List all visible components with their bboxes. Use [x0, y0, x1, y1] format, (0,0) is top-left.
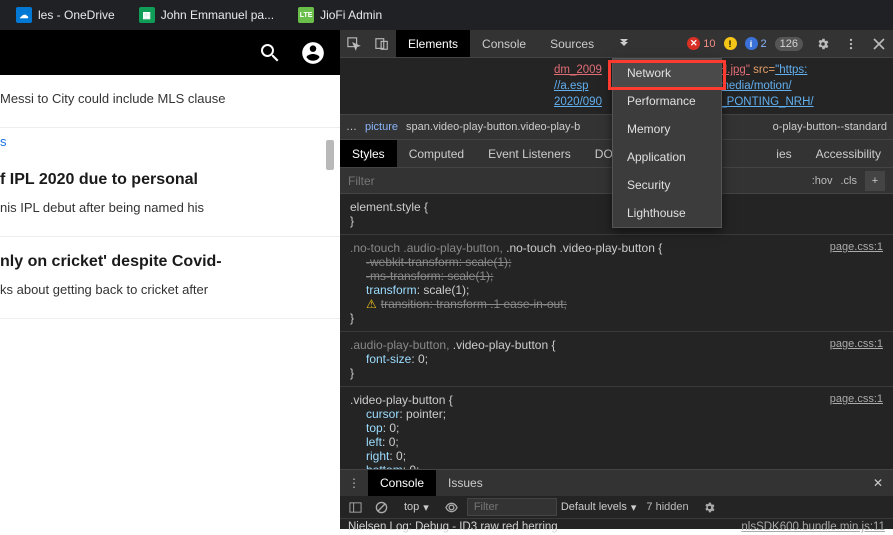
clear-console-icon[interactable] — [370, 496, 392, 518]
browser-tab-sheets[interactable]: ▦ John Emmanuel pa... — [131, 3, 282, 27]
devtools-status-badges: ✕10 ! i2 126 — [681, 37, 809, 51]
article-summary: ks about getting back to cricket after — [0, 280, 330, 300]
hidden-messages-label[interactable]: 7 hidden — [640, 501, 694, 513]
article-summary: Messi to City could include MLS clause — [0, 89, 330, 109]
page-content: Messi to City could include MLS clause s… — [0, 30, 340, 529]
tab-sources[interactable]: Sources — [538, 30, 606, 57]
styles-filter-input[interactable] — [340, 174, 804, 188]
tab-overflow-button[interactable] — [606, 30, 642, 57]
log-message: Nielsen Log: Debug - ID3 raw red herring — [348, 521, 558, 533]
menu-item-performance[interactable]: Performance — [613, 87, 721, 115]
scrollbar-thumb[interactable] — [326, 140, 334, 170]
tab-label: John Emmanuel pa... — [161, 8, 274, 22]
search-icon[interactable] — [258, 41, 282, 65]
browser-tab-strip: ☁ les - OneDrive ▦ John Emmanuel pa... L… — [0, 0, 893, 30]
subtab-accessibility[interactable]: Accessibility — [804, 140, 893, 167]
tab-label: les - OneDrive — [38, 8, 115, 22]
styles-rules-pane[interactable]: element.style { } page.css:1 .no-touch .… — [340, 194, 893, 469]
drawer-tab-issues[interactable]: Issues — [436, 470, 495, 496]
kebab-icon[interactable] — [837, 30, 865, 58]
source-link[interactable]: page.css:1 — [830, 241, 883, 253]
console-settings-icon[interactable] — [699, 496, 721, 518]
settings-icon[interactable] — [809, 30, 837, 58]
article-card[interactable]: Messi to City could include MLS clause — [0, 75, 340, 128]
article-title: f IPL 2020 due to personal — [0, 169, 330, 191]
article-summary: nis IPL debut after being named his — [0, 198, 330, 218]
jiofi-icon: LTE — [298, 7, 314, 23]
drawer-kebab-icon[interactable]: ⋮ — [340, 469, 368, 497]
devtools-overflow-menu: Network Performance Memory Application S… — [612, 58, 722, 228]
style-rule[interactable]: page.css:1 .audio-play-button, .video-pl… — [340, 332, 893, 387]
devtools-main-tabs: Elements Console Sources — [396, 30, 642, 57]
link-fragment[interactable]: s — [0, 128, 340, 155]
subtab-event-listeners[interactable]: Event Listeners — [476, 140, 583, 167]
drawer-close-icon[interactable]: ✕ — [863, 476, 893, 490]
console-sidebar-toggle-icon[interactable] — [344, 496, 366, 518]
source-link[interactable]: page.css:1 — [830, 393, 883, 405]
subtab-computed[interactable]: Computed — [397, 140, 476, 167]
devtools-toolbar: Elements Console Sources ✕10 ! i2 126 — [340, 30, 893, 58]
menu-item-application[interactable]: Application — [613, 143, 721, 171]
article-card[interactable]: nly on cricket' despite Covid- ks about … — [0, 237, 340, 319]
tab-elements[interactable]: Elements — [396, 30, 470, 57]
subtab-properties[interactable]: ies — [764, 140, 803, 167]
crumb-span[interactable]: span.video-play-button.video-play-b — [406, 121, 580, 133]
browser-tab-onedrive[interactable]: ☁ les - OneDrive — [8, 3, 123, 27]
close-icon[interactable] — [865, 30, 893, 58]
console-drawer: ⋮ Console Issues ✕ top ▾ Default levels … — [340, 469, 893, 529]
source-link[interactable]: page.css:1 — [830, 338, 883, 350]
log-source-link[interactable]: nlsSDK600.bundle.min.js:11 — [741, 521, 885, 533]
cls-toggle[interactable]: .cls — [841, 175, 858, 187]
live-expression-icon[interactable] — [441, 496, 463, 518]
menu-item-memory[interactable]: Memory — [613, 115, 721, 143]
style-rule[interactable]: page.css:1 .no-touch .audio-play-button,… — [340, 235, 893, 332]
menu-item-lighthouse[interactable]: Lighthouse — [613, 199, 721, 227]
devtools-panel: Elements Console Sources ✕10 ! i2 126 dm… — [340, 30, 893, 529]
crumb-overflow[interactable]: … — [346, 121, 357, 133]
crumb-picture[interactable]: picture — [365, 121, 398, 133]
profile-icon[interactable] — [300, 40, 326, 66]
console-toolbar: top ▾ Default levels ▾ 7 hidden — [340, 496, 893, 519]
warning-badge[interactable]: ! — [724, 37, 737, 50]
messages-badge[interactable]: 126 — [775, 37, 803, 51]
article-title: nly on cricket' despite Covid- — [0, 251, 330, 273]
error-badge[interactable]: ✕10 — [687, 37, 715, 50]
context-selector[interactable]: top ▾ — [396, 501, 437, 514]
device-toggle-icon[interactable] — [368, 30, 396, 58]
browser-tab-jiofi[interactable]: LTE JioFi Admin — [290, 3, 390, 27]
hov-toggle[interactable]: :hov — [812, 175, 833, 187]
console-log-row[interactable]: Nielsen Log: Debug - ID3 raw red herring… — [340, 519, 893, 535]
site-header — [0, 30, 340, 75]
menu-item-security[interactable]: Security — [613, 171, 721, 199]
subtab-styles[interactable]: Styles — [340, 140, 397, 167]
article-card[interactable]: f IPL 2020 due to personal nis IPL debut… — [0, 155, 340, 237]
console-filter-input[interactable] — [467, 498, 557, 516]
tab-console[interactable]: Console — [470, 30, 538, 57]
log-levels-selector[interactable]: Default levels ▾ — [561, 501, 637, 514]
drawer-tab-console[interactable]: Console — [368, 470, 436, 496]
warning-icon: ⚠ — [366, 297, 377, 311]
inspect-icon[interactable] — [340, 30, 368, 58]
new-style-rule-button[interactable]: + — [865, 171, 885, 191]
style-rule[interactable]: page.css:1 .video-play-button { cursor: … — [340, 387, 893, 469]
crumb-rest[interactable]: o-play-button--standard — [773, 121, 887, 133]
drawer-tabs: ⋮ Console Issues ✕ — [340, 470, 893, 496]
sheets-icon: ▦ — [139, 7, 155, 23]
onedrive-icon: ☁ — [16, 7, 32, 23]
tab-label: JioFi Admin — [320, 8, 382, 22]
info-badge[interactable]: i2 — [745, 37, 767, 50]
menu-item-network[interactable]: Network — [613, 59, 721, 87]
